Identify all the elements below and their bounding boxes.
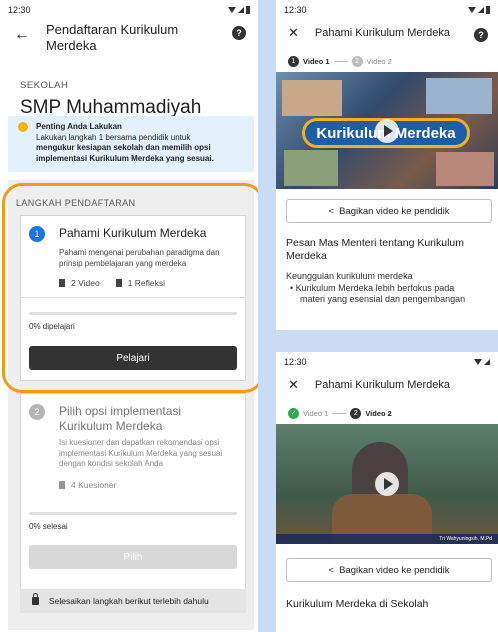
progress-text-1: 0% dipelajari [29,322,75,331]
bullet-1: • Kurikulum Merdeka lebih berfokus pada [290,282,455,293]
signal-icons [474,358,490,365]
check-icon: ✓ [288,407,299,419]
school-name: SMP Muhammadiyah [20,97,202,118]
step-title-2: Pilih opsi implementasi Kurikulum Merdek… [59,404,182,433]
step-label-2[interactable]: Video 2 [367,57,392,66]
step-label-1[interactable]: Video 1 [303,57,330,66]
back-icon[interactable]: ← [14,26,30,44]
bullet-2: materi yang esensial dan pengembangan [300,294,466,304]
share-icon: < [328,205,335,217]
video-header: ✕ Pahami Kurikulum Merdeka ? [276,16,498,50]
video-page-title: Pahami Kurikulum Merdeka [314,379,451,391]
progress-bar-2 [29,512,237,515]
step-title-1: Pahami Kurikulum Merdeka [59,226,207,240]
learn-button[interactable]: Pelajari [29,346,237,370]
step-label-2[interactable]: Video 2 [365,409,392,418]
video-thumbnail-photo [282,80,342,116]
locked-notice: Selesaikan langkah berikut terlebih dahu… [20,589,246,613]
questionnaire-count: 4 Kuesioner [71,480,117,490]
close-icon[interactable]: ✕ [288,25,299,41]
video-page-title: Pahami Kurikulum Merdeka [314,27,451,39]
progress-bar-1 [29,312,237,315]
play-icon[interactable] [375,472,399,496]
share-label: Bagikan video ke pendidik [339,564,450,576]
signal-icons [468,5,490,14]
video-thumbnail-photo [284,150,338,186]
signal-icons [228,5,250,14]
app-header: ← Pendaftaran Kurikulum Merdeka ? [0,16,258,62]
lock-icon [32,593,39,605]
status-bar: 12:30 [0,0,258,16]
share-label: Bagikan video ke pendidik [339,205,450,217]
registration-screen: 12:30 ← Pendaftaran Kurikulum Merdeka ? … [0,0,258,632]
page-title: Pendaftaran Kurikulum Merdeka [46,22,179,53]
stepper-line [332,412,347,414]
school-label: SEKOLAH [20,80,69,91]
step-dot-1: 1 [288,55,299,67]
step-desc-2: Isi kuesioner dan dapatkan rekomendasi o… [59,438,223,468]
step-desc-1: Pahami mengenai perubahan paradigma dan … [59,248,220,268]
video-header: ✕ Pahami Kurikulum Merdeka [276,368,498,402]
play-icon[interactable] [375,118,399,143]
video-thumbnail-photo [426,78,492,114]
video-caption: Tri Wahyuningsih, M.Pd [276,534,498,544]
video-player-2[interactable]: Tri Wahyuningsih, M.Pd [276,424,498,544]
status-time: 12:30 [284,4,307,15]
banner-text-1: Lakukan langkah 1 bersama pendidik untuk [36,132,191,142]
reflection-count-icon [115,279,122,287]
banner-text-3: implementasi Kurikulum Merdeka yang sesu… [36,153,214,163]
step-label-1[interactable]: Video 1 [303,409,328,418]
progress-text-2: 0% selesai [29,522,68,531]
banner-text-2: mengukur kesiapan sekolah dan memilih op… [36,143,211,152]
close-icon[interactable]: ✕ [288,377,299,393]
choose-button[interactable]: Pilih [29,545,237,569]
video1-screen: 12:30 ✕ Pahami Kurikulum Merdeka ? 1 Vid… [276,0,498,330]
video-stepper: ✓ Video 1 2 Video 2 [276,402,498,424]
video-player-1[interactable]: Kurikulum Merdeka [276,72,498,189]
video-heading: Kurikulum Merdeka di Sekolah [286,598,429,610]
status-bar: 12:30 [276,352,498,368]
banner-title: Penting Anda Lakukan [36,122,122,131]
video2-screen: 12:30 ✕ Pahami Kurikulum Merdeka ✓ Video… [276,352,498,632]
video-heading: Pesan Mas Menteri tentang Kurikulum Merd… [286,237,465,262]
step-dot-2: 2 [350,407,362,419]
share-video-button[interactable]: < Bagikan video ke pendidik [286,558,492,582]
share-video-button[interactable]: < Bagikan video ke pendidik [286,199,492,223]
locked-notice-text: Selesaikan langkah berikut terlebih dahu… [49,596,209,606]
step-meta-1: 2 Video 1 Refleksi [59,278,165,288]
divider [20,297,246,298]
reflection-count: 1 Refleksi [127,278,166,288]
video-thumbnail-photo [436,152,494,186]
video-body: Keunggulan kurikulum merdeka [286,271,413,281]
step-meta-2: 4 Kuesioner [59,480,116,490]
step-card-1: 1 Pahami Kurikulum Merdeka Pahami mengen… [20,215,246,381]
step-number-1: 1 [29,226,45,242]
step-card-2: 2 Pilih opsi implementasi Kurikulum Merd… [20,393,246,613]
info-banner: Penting Anda Lakukan Lakukan langkah 1 b… [8,116,254,172]
video-count: 2 Video [71,278,100,288]
share-icon: < [328,564,335,576]
video-count-icon [59,279,65,287]
status-time: 12:30 [284,356,307,367]
steps-label: LANGKAH PENDAFTARAN [16,198,136,208]
step-number-2: 2 [29,404,45,420]
questionnaire-icon [59,481,65,489]
lightbulb-icon [18,122,28,132]
step-dot-2: 2 [351,55,363,67]
help-icon[interactable]: ? [232,26,246,40]
stepper-line [333,60,348,62]
status-time: 12:30 [8,4,31,15]
help-icon[interactable]: ? [474,28,488,42]
video-stepper: 1 Video 1 2 Video 2 [276,50,498,72]
bullet-text-1: Kurikulum Merdeka lebih berfokus pada [295,282,455,293]
status-bar: 12:30 [276,0,498,16]
